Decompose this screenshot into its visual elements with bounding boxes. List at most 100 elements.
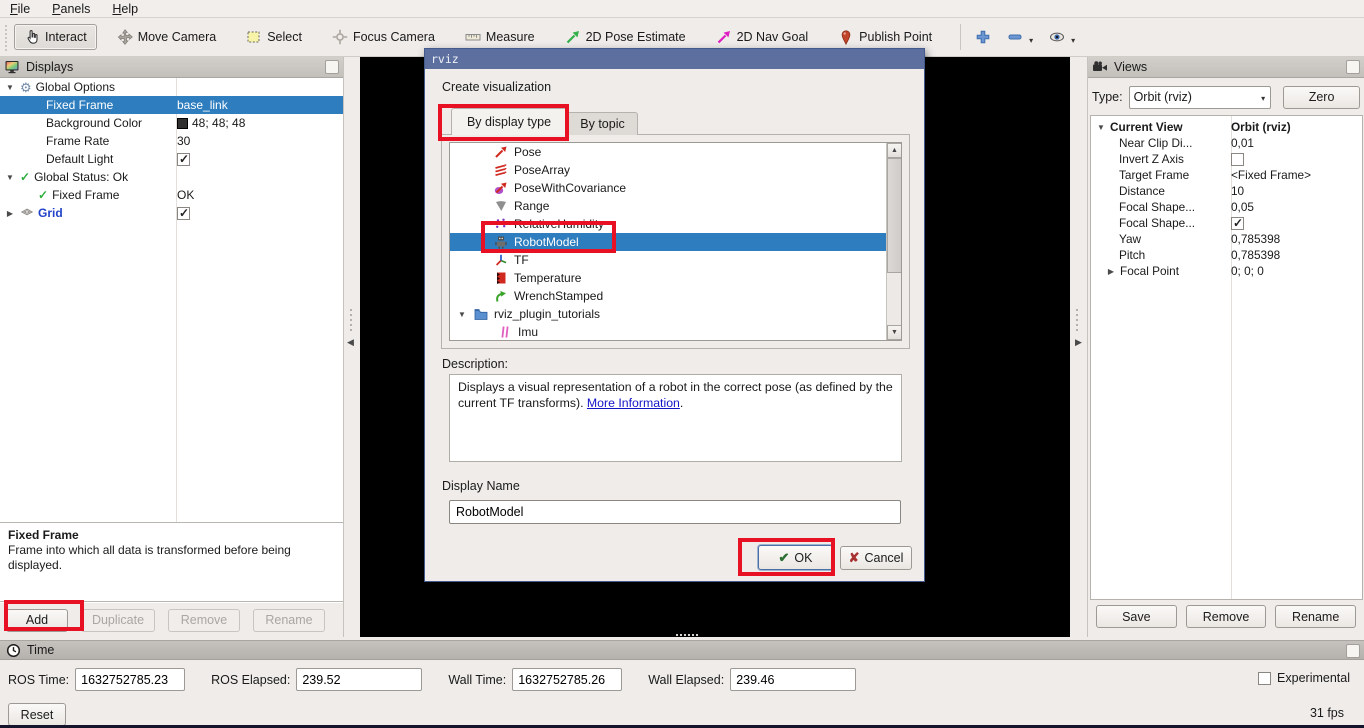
expander-down-icon[interactable]: ▼ (4, 83, 16, 92)
menu-help[interactable]: Help (112, 2, 138, 16)
scrollbar-thumb[interactable] (887, 158, 901, 273)
views-row-pitch[interactable]: Pitch 0,785398 (1091, 247, 1362, 263)
displays-tree: ▼ ⚙ Global Options Fixed Frame base_link… (0, 78, 343, 522)
checkbox-checked[interactable] (177, 152, 190, 166)
list-item-relativehumidity[interactable]: RelativeHumidity (450, 215, 901, 233)
checkbox-checked[interactable] (177, 206, 190, 220)
focus-camera-tool-button[interactable]: Focus Camera (322, 24, 445, 50)
tree-row-global-options[interactable]: ▼ ⚙ Global Options (0, 78, 343, 96)
views-panel-title: Views (1114, 60, 1148, 74)
list-item-rviz-plugin-tutorials[interactable]: ▼ rviz_plugin_tutorials (450, 305, 901, 323)
select-box-icon (247, 31, 260, 43)
clock-icon (6, 643, 21, 657)
color-swatch (177, 117, 188, 129)
add-tool-button[interactable] (969, 24, 997, 50)
zero-button[interactable]: Zero (1283, 85, 1360, 109)
checkbox-checked[interactable] (1231, 216, 1244, 230)
pin-icon (841, 30, 851, 45)
views-row-focal-shape-size[interactable]: Focal Shape... 0,05 (1091, 199, 1362, 215)
views-row-yaw[interactable]: Yaw 0,785398 (1091, 231, 1362, 247)
pose-estimate-tool-button[interactable]: 2D Pose Estimate (555, 24, 696, 50)
menu-panels[interactable]: Panels (52, 2, 90, 16)
views-row-target-frame[interactable]: Target Frame <Fixed Frame> (1091, 167, 1362, 183)
rename-button[interactable]: Rename (253, 608, 325, 632)
tool-visibility-button[interactable]: ▾ (1043, 24, 1081, 50)
panel-float-button[interactable] (1346, 60, 1360, 74)
splitter-dots (1076, 307, 1078, 331)
dialog-titlebar[interactable]: rviz (425, 49, 924, 69)
measure-tool-button[interactable]: Measure (455, 24, 545, 50)
rename-view-button[interactable]: Rename (1275, 605, 1357, 628)
ok-button[interactable]: ✔ OK (758, 545, 833, 570)
move-camera-tool-button[interactable]: Move Camera (107, 24, 227, 50)
left-splitter[interactable]: ◀ (344, 57, 360, 637)
views-row-current-view[interactable]: ▼ Current View Orbit (rviz) (1091, 119, 1362, 135)
ros-time-input[interactable] (75, 668, 186, 691)
tree-row-fixed-frame-status[interactable]: ✓ Fixed Frame OK (0, 186, 343, 204)
list-item-range[interactable]: Range (450, 197, 901, 215)
more-information-link[interactable]: More Information (587, 396, 680, 410)
tree-row-default-light[interactable]: Default Light (0, 150, 343, 168)
checkbox-unchecked[interactable] (1231, 152, 1244, 166)
tab-by-topic[interactable]: By topic (567, 112, 638, 135)
remove-tool-button[interactable]: ▾ (1001, 24, 1039, 50)
list-item-posearray[interactable]: PoseArray (450, 161, 901, 179)
collapse-left-icon[interactable]: ◀ (347, 337, 354, 348)
views-buttons-row: Save Remove Rename (1088, 605, 1364, 628)
display-name-input[interactable] (449, 500, 901, 524)
panel-float-button[interactable] (1346, 644, 1360, 658)
expander-down-icon[interactable]: ▼ (456, 310, 468, 319)
tab-by-display-type[interactable]: By display type (451, 108, 567, 135)
collapse-right-icon[interactable]: ▶ (1075, 337, 1082, 348)
list-item-robotmodel[interactable]: RobotModel (450, 233, 901, 251)
remove-view-button[interactable]: Remove (1185, 605, 1267, 628)
list-item-tf[interactable]: TF (450, 251, 901, 269)
wall-elapsed-input[interactable] (730, 668, 857, 691)
tree-row-grid[interactable]: ▶ Grid (0, 204, 343, 222)
interact-tool-button[interactable]: Interact (14, 24, 97, 50)
tree-row-fixed-frame[interactable]: Fixed Frame base_link (0, 96, 343, 114)
remove-button[interactable]: Remove (168, 608, 240, 632)
list-item-temperature[interactable]: Temperature (450, 269, 901, 287)
menu-file[interactable]: File (10, 2, 30, 16)
select-tool-button[interactable]: Select (236, 24, 312, 50)
views-row-near-clip[interactable]: Near Clip Di... 0,01 (1091, 135, 1362, 151)
panel-float-button[interactable] (325, 60, 339, 74)
views-row-invert-z[interactable]: Invert Z Axis (1091, 151, 1362, 167)
tree-row-background-color[interactable]: Background Color 48; 48; 48 (0, 114, 343, 132)
list-item-wrenchstamped[interactable]: WrenchStamped (450, 287, 901, 305)
nav-goal-tool-button[interactable]: 2D Nav Goal (706, 24, 819, 50)
views-panel: Views Type: Orbit (rviz) ▾ Zero ▼ Current… (1087, 57, 1364, 637)
list-item-imu[interactable]: Imu (450, 323, 901, 340)
fps-counter: 31 fps (1309, 706, 1344, 720)
list-scrollbar[interactable]: ▲ ▼ (886, 143, 901, 340)
expander-down-icon[interactable]: ▼ (4, 173, 16, 182)
splitter-dots (350, 307, 352, 331)
duplicate-button[interactable]: Duplicate (81, 608, 155, 632)
views-row-distance[interactable]: Distance 10 (1091, 183, 1362, 199)
cancel-button[interactable]: ✘ Cancel (840, 546, 912, 570)
scroll-down-icon[interactable]: ▼ (887, 325, 901, 340)
expander-right-icon[interactable]: ▶ (1105, 267, 1117, 276)
save-button[interactable]: Save (1096, 605, 1177, 628)
scroll-up-icon[interactable]: ▲ (887, 143, 901, 158)
right-splitter[interactable]: ▶ (1070, 57, 1087, 637)
views-row-focal-shape-fixed[interactable]: Focal Shape... (1091, 215, 1362, 231)
reset-button[interactable]: Reset (8, 703, 66, 726)
ruler-icon (465, 34, 481, 41)
view-type-select[interactable]: Orbit (rviz) ▾ (1128, 85, 1272, 109)
views-row-focal-point[interactable]: ▶ Focal Point 0; 0; 0 (1091, 263, 1362, 279)
list-item-posewithcovariance[interactable]: PoseWithCovariance (450, 179, 901, 197)
publish-point-tool-button[interactable]: Publish Point (828, 24, 942, 50)
pose-array-icon (495, 164, 507, 177)
expander-down-icon[interactable]: ▼ (1095, 123, 1107, 132)
expander-right-icon[interactable]: ▶ (4, 209, 16, 218)
tree-row-frame-rate[interactable]: Frame Rate 30 (0, 132, 343, 150)
ros-elapsed-input[interactable] (296, 668, 423, 691)
wall-time-input[interactable] (512, 668, 623, 691)
list-item-pose[interactable]: Pose (450, 143, 901, 161)
tree-row-global-status[interactable]: ▼ ✓ Global Status: Ok (0, 168, 343, 186)
experimental-checkbox[interactable] (1258, 671, 1272, 685)
toolbar-drag-handle[interactable] (3, 23, 10, 51)
description-box: Displays a visual representation of a ro… (449, 374, 902, 462)
